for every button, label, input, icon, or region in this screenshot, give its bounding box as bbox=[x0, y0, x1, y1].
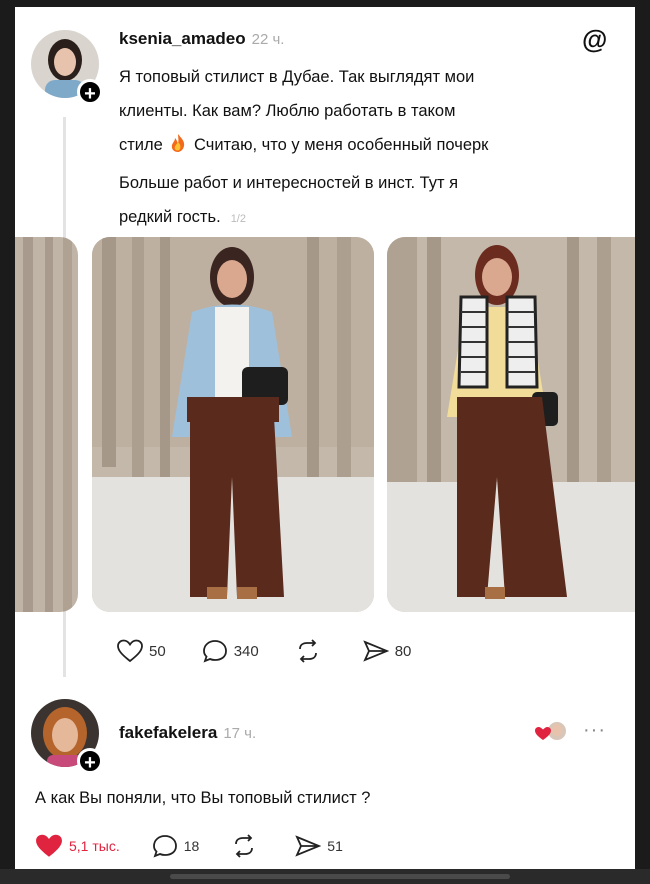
post-photo-2[interactable] bbox=[387, 237, 635, 612]
repost-icon bbox=[298, 639, 317, 663]
comment-button[interactable]: 340 bbox=[202, 639, 259, 663]
reply-like-button[interactable]: 5,1 тыс. bbox=[35, 833, 120, 859]
scroll-indicator bbox=[170, 874, 510, 879]
post-actions: 50 340 80 bbox=[117, 639, 447, 663]
like-button[interactable]: 50 bbox=[117, 639, 166, 663]
more-icon[interactable]: ··· bbox=[583, 719, 606, 742]
repost-icon bbox=[235, 834, 254, 858]
share-button[interactable]: 80 bbox=[362, 639, 412, 663]
comment-icon bbox=[202, 640, 227, 663]
like-count: 50 bbox=[149, 642, 166, 660]
post-line: Я топовый стилист в Дубае. Так выглядят … bbox=[119, 68, 475, 86]
repost-button[interactable] bbox=[295, 639, 327, 663]
reply-share-count: 51 bbox=[327, 838, 343, 854]
post-line: клиенты. Как вам? Люблю работать в таком bbox=[119, 102, 456, 120]
reply-comment-button[interactable]: 18 bbox=[152, 834, 200, 858]
share-icon bbox=[362, 640, 389, 662]
comment-icon bbox=[152, 835, 177, 858]
reply-repost-button[interactable] bbox=[231, 834, 263, 858]
post-text: Я топовый стилист в Дубае. Так выглядят … bbox=[119, 60, 619, 236]
comment-count: 340 bbox=[233, 642, 259, 660]
post-line: Больше работ и интересностей в инст. Тут… bbox=[119, 174, 459, 192]
share-icon bbox=[295, 835, 322, 857]
reply-share-button[interactable]: 51 bbox=[295, 834, 343, 858]
reply-time: 17 ч. bbox=[223, 725, 257, 742]
fire-emoji-icon bbox=[167, 134, 194, 154]
reply-text: А как Вы поняли, что Вы топовый стилист … bbox=[35, 789, 371, 807]
post-line: стиле Считаю, что у меня особенный почер… bbox=[119, 134, 489, 154]
heart-icon bbox=[36, 834, 62, 857]
heart-icon bbox=[117, 639, 143, 663]
post-time: 22 ч. bbox=[251, 31, 285, 48]
reply-like-count: 5,1 тыс. bbox=[69, 838, 120, 854]
post-author-name[interactable]: ksenia_amadeo 22 ч. bbox=[119, 29, 284, 49]
post-line: редкий гость. 1/2 bbox=[119, 200, 619, 236]
reply-author-name[interactable]: fakefakelera 17 ч. bbox=[119, 723, 256, 743]
author-liked-indicator bbox=[535, 721, 569, 748]
reply-comment-count: 18 bbox=[183, 838, 200, 854]
post-photo-1[interactable] bbox=[92, 237, 374, 612]
thread-card: + ksenia_amadeo 22 ч. @ Я топовый стилист… bbox=[15, 7, 635, 869]
follow-plus-button[interactable]: + bbox=[77, 748, 103, 774]
text-page-counter: 1/2 bbox=[230, 213, 246, 225]
share-count: 80 bbox=[394, 642, 412, 660]
post-photo-partial[interactable] bbox=[15, 237, 78, 612]
follow-plus-button[interactable]: + bbox=[77, 79, 103, 105]
reply-actions: 5,1 тыс. 18 51 bbox=[35, 833, 379, 859]
bottom-strip bbox=[0, 869, 650, 884]
threads-logo-icon[interactable]: @ bbox=[582, 24, 607, 55]
